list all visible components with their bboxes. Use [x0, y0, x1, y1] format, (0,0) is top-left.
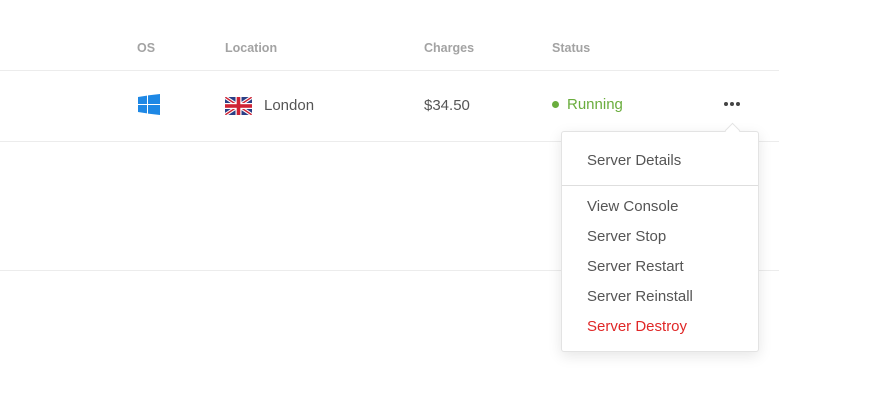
column-header-charges: Charges	[424, 41, 475, 55]
server-list-page: OS Location Charges Status London $34.50…	[0, 0, 888, 411]
more-actions-button[interactable]	[720, 95, 744, 113]
status-dot-icon	[552, 101, 559, 108]
menu-item-server-reinstall[interactable]: Server Reinstall	[587, 288, 693, 305]
column-header-os: OS	[137, 41, 156, 55]
table-header: OS Location Charges Status	[0, 0, 779, 71]
actions-dropdown-menu: Server Details View Console Server Stop …	[561, 131, 759, 352]
menu-item-view-console[interactable]: View Console	[587, 198, 678, 215]
menu-divider	[562, 185, 758, 186]
column-header-status: Status	[552, 41, 591, 55]
windows-icon	[138, 94, 160, 115]
charges-value: $34.50	[424, 97, 470, 114]
status-badge: Running	[567, 96, 623, 113]
uk-flag-icon	[225, 97, 252, 115]
menu-item-server-destroy[interactable]: Server Destroy	[587, 318, 687, 335]
menu-item-server-stop[interactable]: Server Stop	[587, 228, 666, 245]
location-label: London	[264, 97, 315, 114]
menu-item-server-restart[interactable]: Server Restart	[587, 258, 684, 275]
more-dots-icon	[724, 102, 728, 106]
menu-item-server-details[interactable]: Server Details	[587, 152, 681, 169]
column-header-location: Location	[225, 41, 278, 55]
